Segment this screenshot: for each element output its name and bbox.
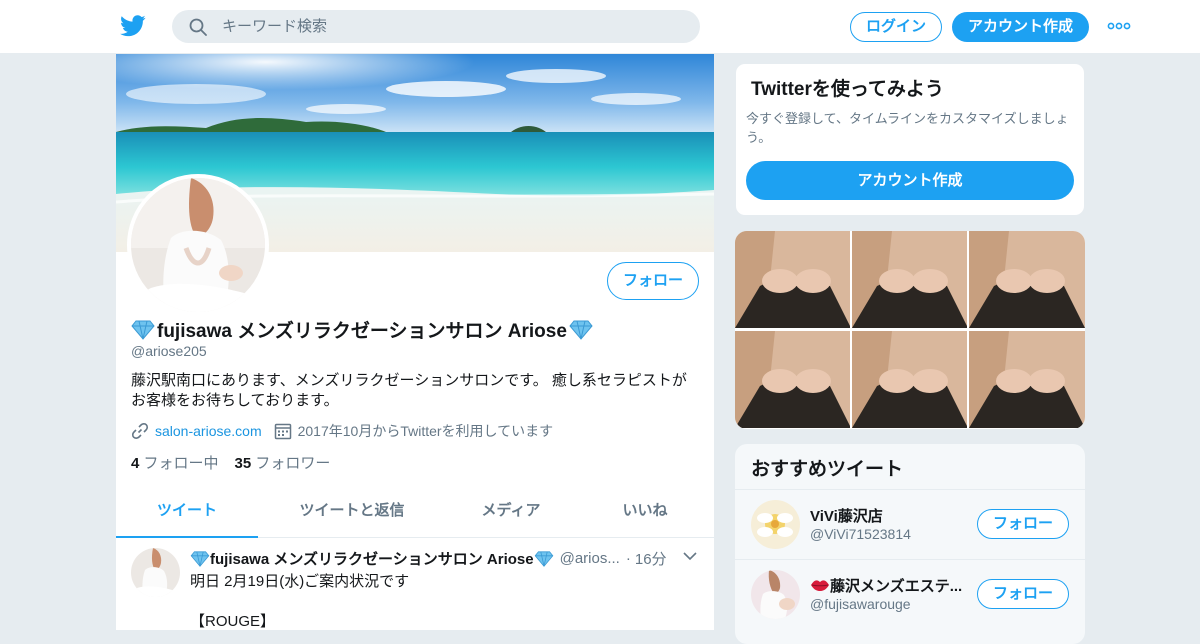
top-navigation-bar: ログイン アカウント作成 (0, 0, 1200, 54)
profile-bio: 藤沢駅南口にあります、メンズリラクゼーションサロンです。 癒し系セラピストがお客… (131, 372, 687, 409)
recommended-account[interactable]: ViVi藤沢店 @ViVi71523814 フォロー (735, 489, 1085, 558)
tweet-item[interactable]: fujisawa メンズリラクゼーションサロン Ariose @arios...… (116, 538, 714, 630)
media-thumbnail[interactable] (969, 331, 1085, 428)
diamond-icon (569, 320, 593, 340)
lips-icon (811, 580, 829, 591)
recommended-accounts-panel: おすすめツイート ViVi藤沢店 @ViVi71523814 フォロー 藤沢メン… (735, 444, 1085, 644)
profile-meta: salon-ariose.com 2017年10月からTwitterを利用してい… (131, 421, 553, 441)
recommended-name[interactable]: ViVi藤沢店 (810, 505, 970, 526)
following-label: フォロー中 (143, 455, 219, 472)
media-thumbnail[interactable] (735, 331, 850, 428)
link-icon (131, 423, 149, 439)
search-input[interactable] (222, 10, 682, 43)
media-thumbnail[interactable] (969, 231, 1085, 328)
signup-button[interactable]: アカウント作成 (952, 12, 1089, 42)
signup-promo-title: Twitterを使ってみよう (751, 79, 944, 100)
more-options-icon[interactable] (1107, 20, 1131, 32)
profile-joined-date: 2017年10月からTwitterを利用しています (297, 423, 554, 439)
tab-tweets[interactable]: ツイート (116, 486, 258, 538)
profile-name-text: fujisawa メンズリラクゼーションサロン Ariose (157, 321, 567, 342)
recommended-handle: @fujisawarouge (810, 596, 911, 612)
diamond-icon (131, 320, 155, 340)
tweet-timestamp[interactable]: 16分 (635, 548, 667, 569)
signup-promo-text: 今すぐ登録して、タイムラインをカスタマイズしましょう。 (746, 111, 1069, 145)
tweet-text: 明日 2月19日(水)ご案内状況です 【ROUGE】 (190, 573, 410, 630)
recommended-title: おすすめツイート (751, 459, 904, 480)
signup-promo-card: Twitterを使ってみよう 今すぐ登録して、タイムラインをカスタマイズしましょ… (735, 63, 1085, 216)
profile-media-grid (735, 231, 1085, 429)
follow-button[interactable]: フォロー (607, 262, 699, 300)
following-count: 4 (131, 455, 140, 472)
recommended-follow-button[interactable]: フォロー (977, 509, 1069, 539)
profile-website-link[interactable]: salon-ariose.com (155, 423, 262, 439)
recommended-account[interactable]: 藤沢メンズエステ... @fujisawarouge フォロー (735, 559, 1085, 628)
diamond-icon (534, 550, 553, 567)
followers-stat[interactable]: 35 フォロワー (235, 455, 331, 472)
profile-avatar[interactable] (127, 174, 269, 316)
profile-tabs: ツイート ツイートと返信 メディア いいね (116, 486, 714, 538)
profile-name: fujisawa メンズリラクゼーションサロン Ariose (131, 316, 593, 343)
tab-tweets-and-replies[interactable]: ツイートと返信 (258, 486, 446, 538)
recommended-name[interactable]: 藤沢メンズエステ... (810, 575, 970, 596)
chevron-down-icon[interactable] (682, 548, 698, 564)
tweet-author-name-text: fujisawa メンズリラクゼーションサロン Ariose (210, 551, 534, 568)
following-stat[interactable]: 4 フォロー中 (131, 455, 219, 472)
followers-label: フォロワー (255, 455, 331, 472)
profile-stats: 4 フォロー中 35 フォロワー (131, 452, 330, 473)
tweet-separator: · (625, 550, 631, 567)
tweet-author-handle[interactable]: @arios... (560, 550, 620, 567)
search-icon (189, 18, 207, 36)
calendar-icon (274, 423, 291, 440)
recommended-handle: @ViVi71523814 (810, 526, 911, 542)
tab-media[interactable]: メディア (446, 486, 576, 538)
profile-handle: @ariose205 (131, 343, 207, 359)
followers-count: 35 (234, 455, 252, 472)
profile-column: フォロー fujisawa メンズリラクゼーションサロン Ariose @ari… (116, 54, 714, 630)
signup-promo-button[interactable]: アカウント作成 (746, 161, 1074, 200)
recommended-follow-button[interactable]: フォロー (977, 579, 1069, 609)
recommended-avatar[interactable] (751, 570, 800, 619)
recommended-avatar[interactable] (751, 500, 800, 549)
search-box[interactable] (172, 10, 700, 43)
login-button[interactable]: ログイン (850, 12, 942, 42)
tweet-author-name[interactable]: fujisawa メンズリラクゼーションサロン Ariose (190, 548, 554, 569)
tweet-avatar[interactable] (131, 548, 180, 597)
tweet-header: fujisawa メンズリラクゼーションサロン Ariose @arios...… (190, 548, 690, 569)
media-thumbnail[interactable] (735, 231, 850, 328)
tab-likes[interactable]: いいね (576, 486, 714, 538)
twitter-bird-icon[interactable] (120, 14, 146, 38)
media-thumbnail[interactable] (852, 331, 967, 428)
media-thumbnail[interactable] (852, 231, 967, 328)
diamond-icon (190, 550, 210, 567)
recommended-name-text: 藤沢メンズエステ... (830, 578, 963, 595)
